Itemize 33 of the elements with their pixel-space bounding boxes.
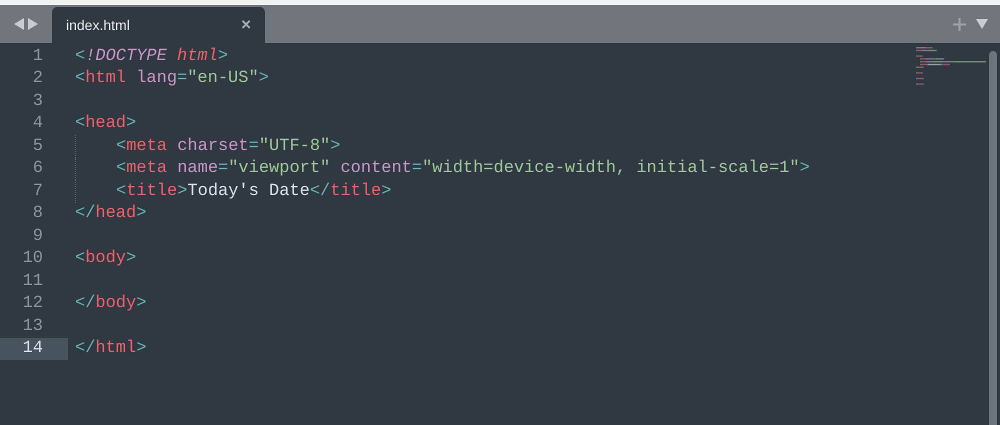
line-number: 1: [32, 46, 43, 68]
line-number: 13: [22, 316, 43, 338]
tab-label: index.html: [66, 16, 130, 34]
code-line: </head>: [75, 203, 146, 225]
code-line: <meta charset="UTF-8">: [116, 136, 340, 158]
code-line: <head>: [75, 113, 136, 135]
line-number: 3: [32, 90, 43, 112]
code-line: <!DOCTYPE html>: [75, 46, 228, 68]
line-number: 2: [32, 68, 43, 90]
line-number: 11: [22, 270, 43, 292]
line-number: 7: [32, 180, 43, 202]
plus-icon[interactable]: [953, 18, 966, 30]
code-line: <title>Today's Date</title>: [116, 180, 392, 202]
file-tab[interactable]: index.html ×: [52, 7, 265, 43]
code-line: <html lang="en-US">: [75, 68, 269, 90]
line-number: 6: [32, 158, 43, 180]
code-line: <body>: [75, 248, 136, 270]
line-number: 8: [32, 203, 43, 225]
minimap-drawing[interactable]: [916, 47, 986, 87]
code-line: <meta name="viewport" content="width=device-width, initial-scale=1">: [116, 158, 810, 180]
line-number: 14: [22, 338, 43, 360]
scrollbar[interactable]: [989, 51, 997, 425]
line-number: 12: [22, 293, 43, 315]
left-arrow-icon[interactable]: [14, 18, 24, 30]
line-number: 10: [22, 248, 43, 270]
code-line: </html>: [75, 338, 146, 360]
close-tab-button[interactable]: ×: [241, 12, 251, 38]
line-number: 5: [32, 136, 43, 158]
dropdown-triangle-icon[interactable]: [976, 19, 988, 29]
line-number: 9: [32, 226, 43, 248]
line-number: 4: [32, 113, 43, 135]
right-arrow-icon[interactable]: [28, 18, 38, 30]
code-line: </body>: [75, 293, 146, 315]
